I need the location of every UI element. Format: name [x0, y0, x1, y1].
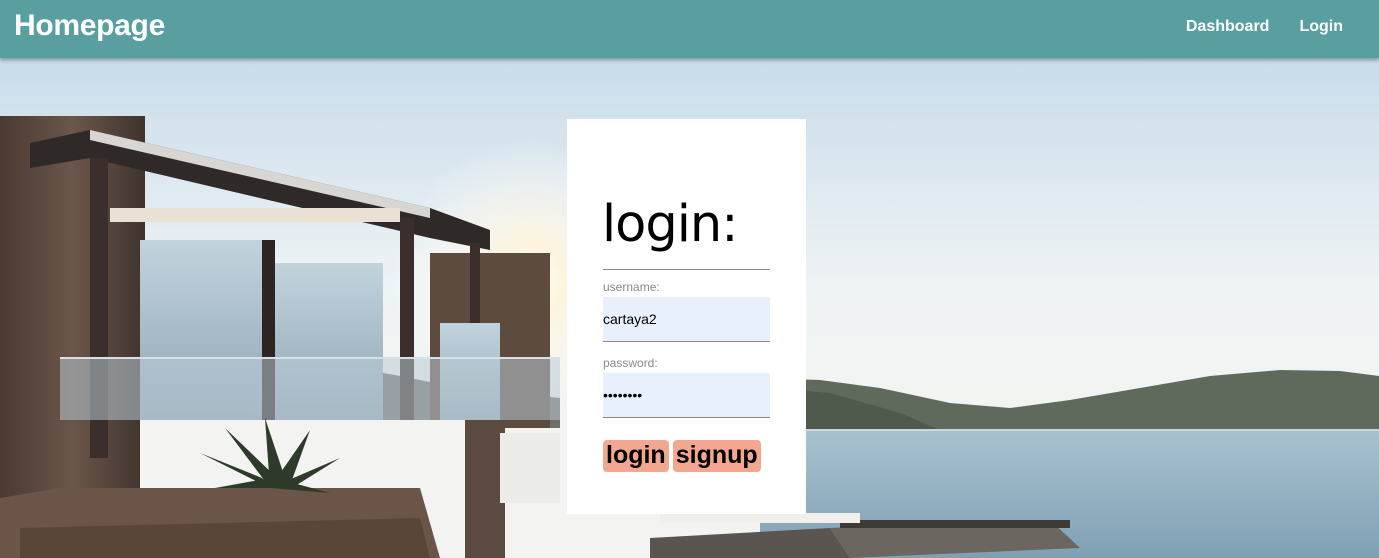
top-navbar: Homepage Dashboard Login: [0, 0, 1379, 58]
form-buttons: login signup: [603, 440, 761, 472]
title-divider: [603, 269, 770, 270]
brand-homepage-link[interactable]: Homepage: [14, 9, 165, 43]
username-input[interactable]: [603, 297, 770, 342]
login-button[interactable]: login: [603, 440, 669, 472]
login-card: login: username: password: login signup: [567, 119, 806, 514]
nav-link-login[interactable]: Login: [1299, 18, 1343, 36]
login-title: login:: [602, 195, 738, 254]
nav-links: Dashboard Login: [1186, 18, 1343, 36]
username-label: username:: [603, 280, 660, 294]
nav-link-dashboard[interactable]: Dashboard: [1186, 18, 1270, 36]
password-input[interactable]: [603, 373, 770, 418]
signup-button[interactable]: signup: [672, 440, 761, 472]
password-label: password:: [603, 356, 658, 370]
page: Homepage Dashboard Login login: username…: [0, 0, 1379, 558]
